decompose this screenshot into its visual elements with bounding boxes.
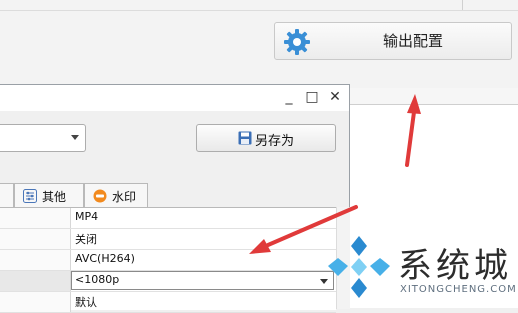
settings-dialog: _ □ ✕ 另存为 其他 水印 MP4 关闭 AVC(H264) <1080p …	[0, 84, 350, 313]
property-value: <1080p	[75, 273, 120, 286]
tab-other[interactable]: 其他	[14, 183, 84, 207]
table-row[interactable]: 默认	[0, 292, 336, 313]
property-value: AVC(H264)	[75, 252, 135, 265]
table-row[interactable]: AVC(H264)	[0, 250, 336, 271]
gear-icon	[284, 29, 310, 55]
maximize-button[interactable]: □	[303, 88, 321, 106]
tab-partial[interactable]	[0, 183, 14, 207]
property-value: 关闭	[75, 233, 97, 246]
preset-select[interactable]	[0, 124, 86, 152]
top-toolbar: 输出配置	[0, 0, 518, 88]
output-config-label: 输出配置	[382, 32, 443, 50]
new-badge-icon	[93, 189, 107, 203]
property-name-cell	[0, 229, 71, 249]
floppy-disk-icon	[238, 131, 252, 145]
property-value: MP4	[75, 210, 99, 223]
save-as-button[interactable]: 另存为	[196, 124, 336, 152]
top-divider-tick	[462, 0, 463, 10]
watermark-brand: 系统城	[398, 246, 512, 286]
watermark-domain: XITONGCHENG.COM	[400, 284, 517, 295]
tab-other-label: 其他	[42, 190, 67, 204]
watermark-logo	[328, 236, 390, 298]
close-button[interactable]: ✕	[326, 88, 344, 106]
chevron-down-icon	[71, 135, 79, 140]
minimize-button[interactable]: _	[280, 88, 298, 106]
right-pane-header	[350, 88, 518, 105]
property-name-cell	[0, 292, 71, 312]
property-name-cell	[0, 250, 71, 270]
tab-watermark[interactable]: 水印	[84, 183, 148, 207]
sliders-icon	[23, 189, 37, 203]
property-name-cell	[0, 208, 71, 228]
output-config-button[interactable]: 输出配置	[274, 22, 512, 60]
resolution-dropdown[interactable]: <1080p	[71, 271, 334, 290]
table-row[interactable]: 关闭	[0, 229, 336, 250]
property-name-cell	[0, 271, 71, 291]
dialog-titlebar: _ □ ✕	[0, 85, 349, 111]
save-as-label: 另存为	[255, 134, 295, 149]
table-row[interactable]: MP4	[0, 208, 336, 229]
property-grid: MP4 关闭 AVC(H264) <1080p 默认	[0, 207, 336, 313]
top-divider	[0, 10, 518, 11]
settings-tabs: 其他 水印	[0, 183, 349, 207]
tab-watermark-label: 水印	[112, 190, 137, 204]
table-row-selected[interactable]: <1080p	[0, 271, 336, 292]
